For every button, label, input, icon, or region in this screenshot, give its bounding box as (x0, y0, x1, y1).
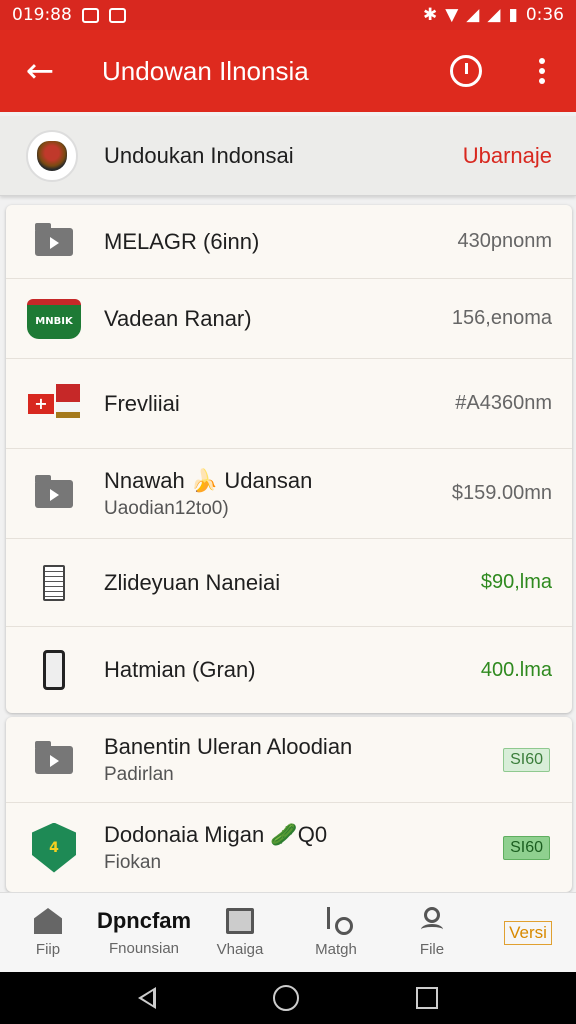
timer-icon[interactable] (450, 55, 482, 87)
system-home-icon[interactable] (272, 985, 299, 1011)
bluetooth-icon: ✱ (422, 5, 438, 25)
image-notification-icon (81, 7, 99, 23)
nav-item-fiip[interactable]: Fiip (0, 893, 96, 972)
item-value: #A4360nm (455, 392, 552, 414)
list-item[interactable]: 4 Dodonaia Migan 🥒Q0 Fiokan SI60 (6, 803, 572, 892)
nav-label: Dpncfam (96, 908, 192, 933)
nav-item-dpncfam[interactable]: Dpncfam Fnounsian (96, 893, 192, 972)
nav-label: Vhaiga (216, 941, 264, 958)
signal-icon: ◢ (466, 5, 480, 25)
nav-item-vhaiga[interactable]: Vhaiga (192, 893, 288, 972)
nav-item-file[interactable]: File (384, 893, 480, 972)
item-value: 430pnonm (457, 230, 552, 252)
user-icon (417, 907, 447, 935)
app-title: Undowan Ilnonsia (102, 55, 309, 86)
folder-icon (26, 472, 82, 516)
garuda-emblem-icon (26, 129, 78, 182)
item-title: Hatmian (Gran) (104, 657, 256, 682)
battery-icon: ▮ (508, 5, 518, 25)
wifi-icon: ▼ (445, 5, 459, 25)
status-left: 019:88 (12, 5, 126, 25)
list-item[interactable]: Zlideyuan Naneiai $90,lma (6, 539, 572, 627)
nav-item-versi[interactable]: Versi (480, 893, 576, 972)
item-title: MELAGR (6inn) (104, 228, 260, 254)
item-subtitle: Padirlan (104, 763, 174, 785)
tv-icon (225, 907, 255, 935)
list-item[interactable]: Nnawah 🍌 Udansan Uaodian12to0) $159.00mn (6, 449, 572, 539)
list-item[interactable]: Hatmian (Gran) 400.lma (6, 627, 572, 713)
status-time-left: 019:88 (12, 5, 72, 25)
item-subtitle: Uaodian12to0) (104, 497, 229, 519)
item-title: Nnawah 🍌 Udansan (104, 467, 313, 493)
status-right: ✱ ▼ ◢ ◢ ▮ 0:36 (423, 5, 564, 25)
app-bar: ← Undowan Ilnonsia (0, 30, 576, 112)
header-title: Undoukan Indonsai (104, 142, 294, 168)
signal-icon-2: ◢ (487, 5, 501, 25)
back-arrow-icon[interactable]: ← (0, 30, 80, 112)
more-vert-icon[interactable] (522, 58, 562, 84)
music-icon (321, 907, 353, 935)
shield-icon: 4 (26, 822, 82, 873)
list-item[interactable]: MELAGR (6inn) 430pnonm (6, 205, 572, 279)
second-list-card: Banentin Uleran Aloodian Padirlan SI60 4… (6, 717, 572, 892)
bottom-nav: Fiip Dpncfam Fnounsian Vhaiga Matgh File… (0, 892, 576, 972)
status-time-right: 0:36 (525, 5, 564, 25)
status-badge: SI60 (503, 747, 550, 772)
system-nav-bar (0, 972, 576, 1024)
nav-sublabel: Fnounsian (108, 940, 180, 957)
document-icon (26, 561, 82, 605)
header-action-link[interactable]: Ubarnaje (463, 143, 552, 169)
system-recents-icon[interactable] (415, 987, 438, 1009)
download-list-card: MELAGR (6inn) 430pnonm MNBIK Vadean Rana… (6, 205, 572, 713)
item-value: 156,enoma (451, 307, 552, 329)
green-badge-icon: MNBIK (26, 297, 82, 341)
phone-icon (26, 648, 82, 692)
versi-badge: Versi (504, 920, 552, 945)
item-title: Frevliiai (104, 390, 180, 416)
status-bar: 019:88 ✱ ▼ ◢ ◢ ▮ 0:36 (0, 0, 576, 30)
list-item[interactable]: Banentin Uleran Aloodian Padirlan SI60 (6, 717, 572, 803)
list-item[interactable]: MNBIK Vadean Ranar) 156,enoma (6, 279, 572, 359)
item-value: 400.lma (480, 658, 552, 681)
home-icon (33, 907, 63, 935)
nav-label: File (419, 941, 445, 958)
status-badge: SI60 (503, 835, 550, 860)
item-title: Zlideyuan Naneiai (104, 569, 281, 595)
item-value: $90,lma (480, 571, 552, 593)
item-title: Dodonaia Migan 🥒Q0 (104, 821, 328, 847)
item-subtitle: Fiokan (104, 851, 162, 873)
item-title: Vadean Ranar) (104, 305, 252, 331)
item-value: $159.00mn (451, 482, 552, 504)
folder-icon (26, 220, 82, 264)
list-item[interactable]: + Frevliiai #A4360nm (6, 359, 572, 449)
nav-item-matgh[interactable]: Matgh (288, 893, 384, 972)
nav-label: Matgh (315, 941, 357, 958)
folder-icon (26, 738, 82, 782)
flag-icon: + (26, 382, 82, 426)
system-back-icon[interactable] (138, 987, 157, 1009)
header-card[interactable]: Undoukan Indonsai Ubarnaje (0, 116, 576, 196)
nav-label: Fiip (35, 941, 61, 958)
item-title: Banentin Uleran Aloodian (104, 733, 353, 759)
message-notification-icon (108, 7, 126, 23)
